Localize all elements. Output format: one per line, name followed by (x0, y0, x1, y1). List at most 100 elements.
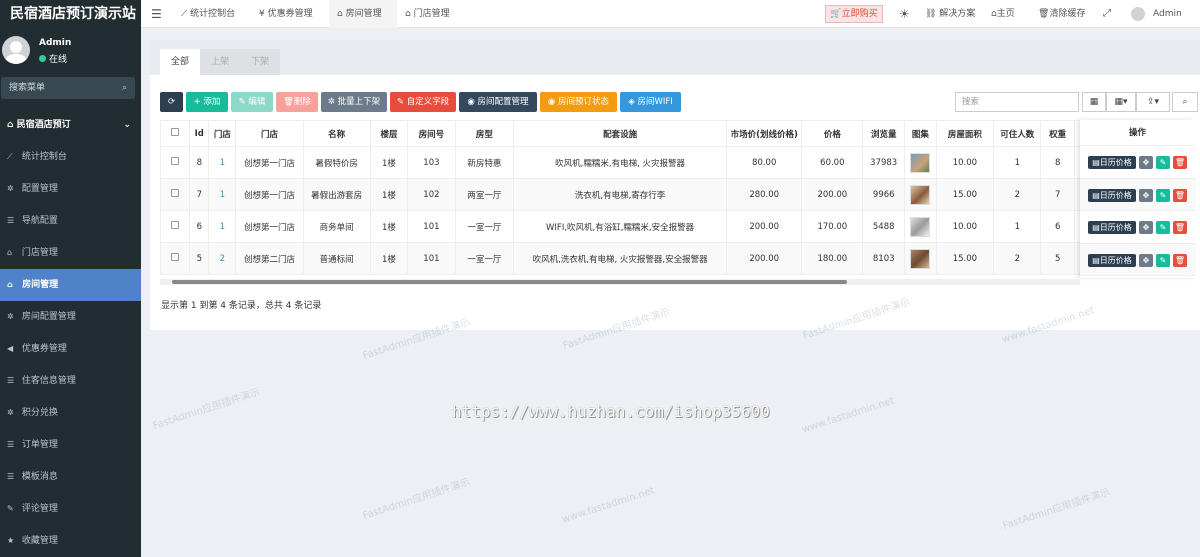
booking-status-button[interactable]: ◉ 房间预订状态 (540, 92, 617, 112)
col-capacity[interactable]: 可住人数 (993, 120, 1042, 147)
row-edit-button[interactable]: ✎ (1156, 156, 1170, 169)
sidebar-item-config[interactable]: ✲ 配置管理 (0, 173, 141, 205)
table-row[interactable]: 5 2 创想第二门店 普通标间 1楼 101 一室一厅 吹风机,洗衣机,有电梯,… (160, 242, 1080, 275)
col-floor[interactable]: 楼层 (369, 120, 409, 147)
search-button[interactable]: ⌕ (1172, 92, 1198, 112)
sidebar-item-stores[interactable]: ⌂ 门店管理 (0, 237, 141, 269)
sidebar-item-rooms[interactable]: ⌂ 房间管理 (0, 269, 141, 301)
row-checkbox[interactable] (171, 189, 180, 197)
horizontal-scrollbar[interactable] (160, 279, 1080, 285)
sidebar-item-templates[interactable]: ☰ 模板消息 (0, 461, 141, 493)
col-views[interactable]: 浏览量 (862, 120, 906, 147)
row-edit-button[interactable]: ✎ (1156, 221, 1170, 234)
sidebar-item-points[interactable]: ✲ 积分兑换 (0, 397, 141, 429)
cell-store-id-link[interactable]: 1 (220, 222, 225, 232)
table-search-input[interactable]: 搜索 (955, 92, 1079, 112)
col-room-type[interactable]: 房型 (454, 120, 515, 147)
col-id[interactable]: Id (189, 120, 210, 147)
delete-button[interactable]: 🗑删除 (276, 92, 318, 112)
row-delete-button[interactable]: 🗑 (1173, 156, 1187, 169)
calendar-price-button[interactable]: ▤日历价格 (1088, 156, 1136, 169)
calendar-price-button[interactable]: ▤日历价格 (1088, 188, 1136, 202)
col-facilities[interactable]: 配套设施 (513, 120, 727, 147)
cell-type: 新房特惠 (454, 146, 515, 179)
solution-link[interactable]: ⛓ 解决方案 (925, 0, 979, 28)
table-row[interactable]: 8 1 创想第一门店 暑假特价房 1楼 103 新房特惠 吹风机,糯糯米,有电梯… (160, 146, 1080, 179)
drag-button[interactable]: ✥ (1139, 156, 1153, 169)
calendar-price-button[interactable]: ▤日历价格 (1088, 253, 1136, 267)
cell-store-id-link[interactable]: 2 (220, 254, 225, 264)
col-area[interactable]: 房屋面积 (935, 120, 995, 147)
tab-coupons[interactable]: ¥ 优惠券管理 (253, 0, 333, 28)
table-row[interactable]: 6 1 创想第一门店 商务单间 1楼 101 一室一厅 WIFI,吹风机,有浴缸… (160, 210, 1080, 243)
col-market-price[interactable]: 市场价(划线价格) (725, 120, 803, 147)
home-link[interactable]: ⌂主页 (991, 0, 1025, 28)
col-store[interactable]: 门店 (235, 120, 304, 147)
tab-dashboard[interactable]: ⟋ 统计控制台 (173, 0, 261, 28)
col-price[interactable]: 价格 (801, 120, 864, 147)
room-thumbnail[interactable] (910, 248, 931, 269)
row-delete-button[interactable]: 🗑 (1173, 253, 1187, 267)
cell-store-id-link[interactable]: 1 (220, 190, 225, 200)
room-thumbnail[interactable] (910, 216, 931, 237)
col-gallery[interactable]: 图集 (904, 120, 937, 147)
tab-stores[interactable]: ⌂ 门店管理 (401, 0, 469, 28)
row-delete-button[interactable]: 🗑 (1173, 221, 1187, 234)
row-edit-button[interactable]: ✎ (1156, 253, 1170, 267)
drag-button[interactable]: ✥ (1139, 221, 1153, 234)
col-store-id[interactable]: 门店 (208, 120, 237, 147)
edit-button[interactable]: ✎ 编辑 (231, 92, 273, 112)
menu-search-input[interactable]: 搜索菜单 ⌕ (1, 77, 135, 99)
buy-now-button[interactable]: 🛒立即购买 (825, 5, 883, 23)
tab-off-shelf[interactable]: 下架 (240, 49, 280, 75)
calendar-price-button[interactable]: ▤日历价格 (1088, 221, 1136, 234)
room-config-button[interactable]: ◉ 房间配置管理 (459, 92, 537, 112)
sidebar-item-room-config[interactable]: ✲ 房间配置管理 (0, 301, 141, 333)
table-row[interactable]: 7 1 创想第一门店 暑假出游套房 1楼 102 两室一厅 洗衣机,有电梯,寄存… (160, 178, 1080, 211)
sidebar-item-comments[interactable]: ✎ 评论管理 (0, 493, 141, 525)
batch-shelf-button[interactable]: ✲ 批量上下架 (321, 92, 387, 112)
row-checkbox[interactable] (171, 157, 180, 165)
room-thumbnail[interactable] (910, 184, 931, 205)
sidebar-item-nav-config[interactable]: ☰ 导航配置 (0, 205, 141, 237)
toggle-view-button[interactable]: ▦ (1082, 92, 1106, 112)
columns-button[interactable]: ▦▾ (1106, 92, 1136, 112)
checkbox[interactable] (171, 128, 180, 136)
cell-store-id-link[interactable]: 1 (220, 158, 225, 168)
calendar-price-label: 日历价格 (1099, 190, 1132, 200)
wifi-button[interactable]: ◈ 房间WIFI (620, 92, 681, 112)
drag-button[interactable]: ✥ (1139, 253, 1153, 267)
add-button[interactable]: + 添加 (186, 92, 228, 112)
custom-field-button[interactable]: ✎ 自定义字段 (390, 92, 456, 112)
tab-rooms[interactable]: ⌂ 房间管理 (329, 0, 397, 28)
col-name[interactable]: 名称 (302, 120, 371, 147)
sidebar-item-orders[interactable]: ☰ 订单管理 (0, 429, 141, 461)
avatar[interactable] (1131, 7, 1145, 21)
select-all-checkbox[interactable] (160, 120, 191, 147)
scrollbar-thumb[interactable] (172, 280, 847, 284)
row-checkbox[interactable] (171, 253, 180, 261)
col-weight[interactable]: 权重 (1040, 120, 1075, 147)
export-button[interactable]: ⇪▾ (1136, 92, 1170, 112)
sidebar-item-favorites[interactable]: ★ 收藏管理 (0, 525, 141, 557)
row-edit-button[interactable]: ✎ (1156, 188, 1170, 202)
admin-menu[interactable]: Admin (1153, 0, 1183, 28)
tab-all[interactable]: 全部 (160, 49, 200, 75)
col-room-no[interactable]: 房间号 (407, 120, 456, 147)
sidebar-item-guests[interactable]: ☰ 住客信息管理 (0, 365, 141, 397)
row-delete-button[interactable]: 🗑 (1173, 188, 1187, 202)
tab-on-shelf[interactable]: 上架 (200, 49, 240, 75)
room-thumbnail[interactable] (910, 152, 931, 173)
row-checkbox[interactable] (171, 221, 180, 229)
ops-row: ▤日历价格 ✥ ✎ 🗑 (1080, 178, 1195, 211)
clear-cache-link[interactable]: 🗑清除缓存 (1038, 0, 1090, 28)
refresh-button[interactable]: ⟳ (160, 92, 183, 112)
theme-toggle-icon[interactable]: ☀ (899, 0, 913, 28)
sidebar-item-dashboard[interactable]: ⟋ 统计控制台 (0, 141, 141, 173)
search-icon[interactable]: ⌕ (122, 77, 127, 99)
sidebar-item-coupons[interactable]: ◀ 优惠券管理 (0, 333, 141, 365)
sidebar-group-hotel[interactable]: ⌂ 民宿酒店预订 ⌄ (0, 109, 141, 141)
menu-toggle-icon[interactable]: ☰ (151, 0, 165, 28)
fullscreen-icon[interactable]: ⤢ (1103, 0, 1115, 28)
drag-button[interactable]: ✥ (1139, 188, 1153, 202)
